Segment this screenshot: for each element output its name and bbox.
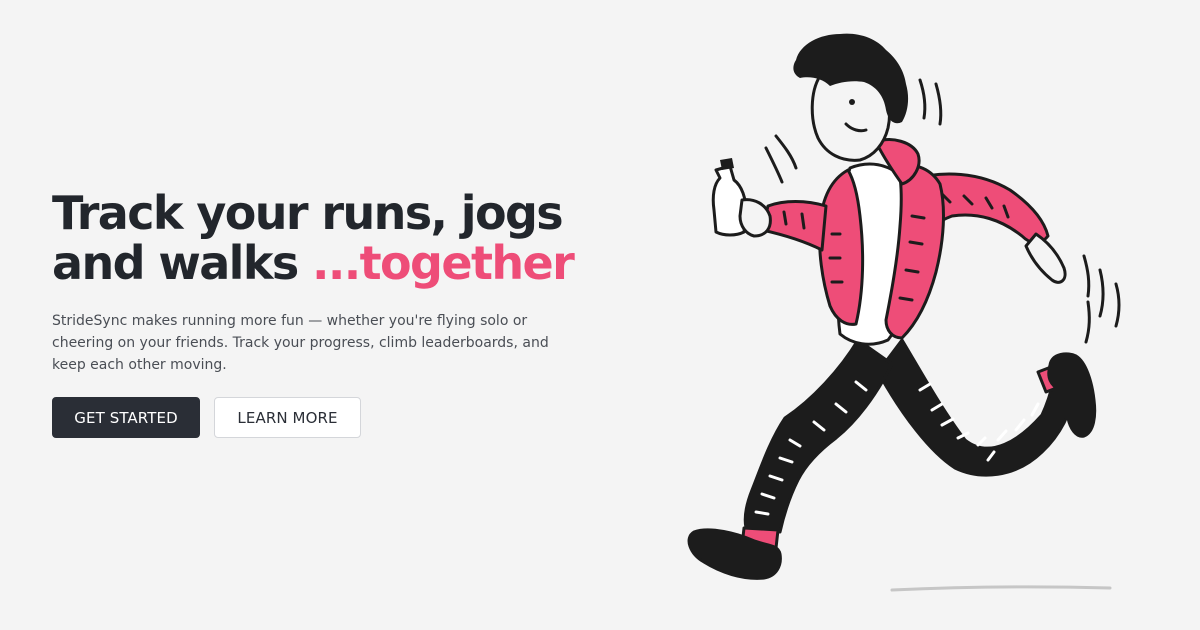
hero-heading: Track your runs, jogs and walks ...toget… [52, 188, 612, 288]
hero-heading-line-2-text: and walks [52, 236, 313, 290]
hero-description: StrideSync makes running more fun — whet… [52, 313, 549, 373]
eye [849, 99, 855, 105]
hero-heading-accent: ...together [312, 236, 575, 290]
jacket-body [818, 168, 865, 326]
cta-button-row: GET STARTED LEARN MORE [52, 397, 612, 438]
running-person-illustration [687, 33, 1121, 592]
front-arm-sleeve [760, 200, 828, 252]
back-leg [876, 338, 1076, 477]
ground-shadow [890, 585, 1112, 592]
front-leg [743, 338, 894, 534]
hero-heading-line-2: and walks ...together [52, 238, 612, 288]
back-hand [1024, 232, 1067, 284]
bottle-cap [720, 158, 734, 170]
hero-heading-line-1: Track your runs, jogs [52, 186, 564, 240]
hero-text-block: Track your runs, jogs and walks ...toget… [52, 188, 612, 438]
get-started-button[interactable]: GET STARTED [52, 397, 200, 438]
learn-more-button[interactable]: LEARN MORE [214, 397, 361, 438]
front-hand [738, 198, 772, 238]
